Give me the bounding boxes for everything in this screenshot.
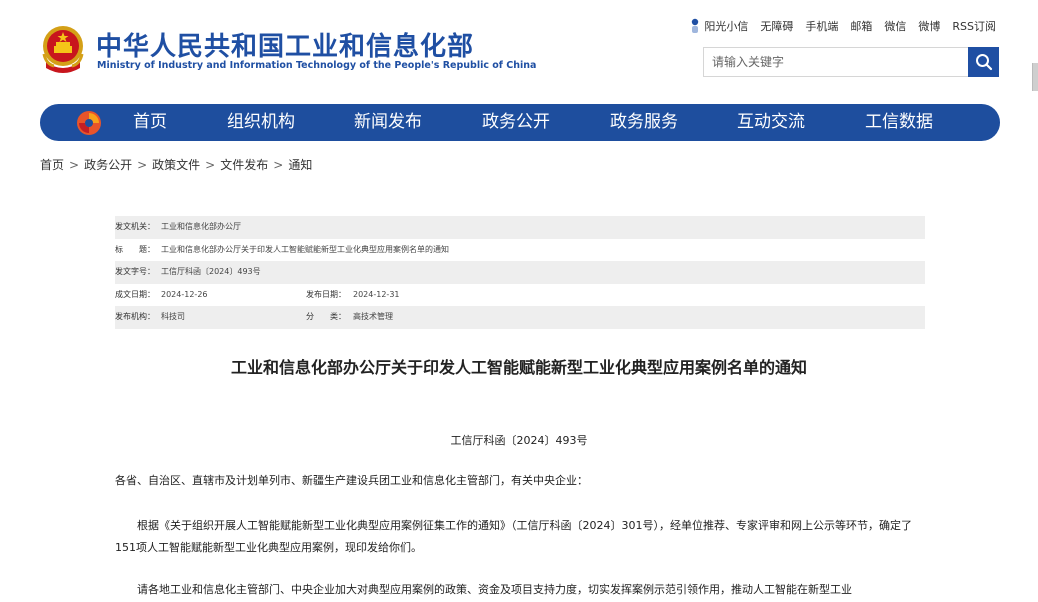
scrollbar-thumb[interactable] xyxy=(1032,63,1038,91)
meta-value-category: 高技术管理 xyxy=(353,312,393,322)
breadcrumb-separator: > xyxy=(273,158,284,172)
top-link-rss[interactable]: RSS订阅 xyxy=(952,18,996,34)
meta-value-created: 2024-12-26 xyxy=(161,289,208,299)
meta-label: 发布机构： xyxy=(115,312,155,322)
meta-label: 发布日期： xyxy=(306,289,346,299)
meta-label: 发文字号： xyxy=(115,267,155,277)
site-title-cn[interactable]: 中华人民共和国工业和信息化部 xyxy=(96,26,474,63)
meta-label: 分 类： xyxy=(306,312,346,322)
breadcrumb-home[interactable]: 首页 xyxy=(40,158,64,172)
breadcrumb-government-affairs[interactable]: 政务公开 xyxy=(84,158,132,172)
top-links: 阳光小信 无障碍 手机端 邮箱 微信 微博 RSS订阅 xyxy=(690,18,996,34)
breadcrumb-separator: > xyxy=(205,158,216,172)
meta-label: 成文日期： xyxy=(115,289,155,299)
nav-item-government-services[interactable]: 政务服务 xyxy=(610,104,678,141)
top-link-sunshine[interactable]: 阳光小信 xyxy=(690,18,748,34)
article-paragraph: 根据《关于组织开展人工智能赋能新型工业化典型应用案例征集工作的通知》（工信厅科函… xyxy=(115,519,912,554)
nav-item-home[interactable]: 首页 xyxy=(133,104,167,141)
meta-value-published: 2024-12-31 xyxy=(353,289,400,299)
meta-row-issuer: 发文机关： 工业和信息化部办公厅 xyxy=(115,216,925,239)
meta-row-doc-no: 发文字号： 工信厅科函〔2024〕493号 xyxy=(115,261,925,284)
top-link-wechat[interactable]: 微信 xyxy=(884,18,906,34)
national-emblem-icon[interactable] xyxy=(40,24,86,74)
breadcrumb-separator: > xyxy=(137,158,148,172)
search-icon xyxy=(975,54,992,71)
nav-item-data[interactable]: 工信数据 xyxy=(865,104,933,141)
nav-item-government-affairs[interactable]: 政务公开 xyxy=(482,104,550,141)
top-link-weibo[interactable]: 微博 xyxy=(918,18,940,34)
search-box xyxy=(703,47,999,77)
breadcrumb-notice[interactable]: 通知 xyxy=(288,158,312,172)
sunshine-mascot-icon xyxy=(692,18,699,33)
meta-value-agency: 科技司 xyxy=(161,312,185,322)
nav-item-news[interactable]: 新闻发布 xyxy=(354,104,422,141)
main-nav: 首页 组织机构 新闻发布 政务公开 政务服务 互动交流 工信数据 xyxy=(40,104,1000,141)
top-link-mail[interactable]: 邮箱 xyxy=(850,18,872,34)
top-link-label: 阳光小信 xyxy=(704,20,749,33)
site-title-en[interactable]: Ministry of Industry and Information Tec… xyxy=(97,60,536,71)
meta-label: 发文机关： xyxy=(115,222,155,231)
meta-value-title: 工业和信息化部办公厅关于印发人工智能赋能新型工业化典型应用案例名单的通知 xyxy=(161,244,449,254)
breadcrumb-document-release[interactable]: 文件发布 xyxy=(220,158,268,172)
meta-value-doc-no: 工信厅科函〔2024〕493号 xyxy=(161,267,261,277)
article-paragraph: 各省、自治区、直辖市及计划单列市、新疆生产建设兵团工业和信息化主管部门，有关中央… xyxy=(115,474,588,487)
article-paragraph: 请各地工业和信息化主管部门、中央企业加大对典型应用案例的政策、资金及项目支持力度… xyxy=(137,583,852,596)
meta-value-issuer: 工业和信息化部办公厅 xyxy=(161,222,241,231)
nav-item-organization[interactable]: 组织机构 xyxy=(227,104,295,141)
search-input[interactable] xyxy=(704,48,968,76)
meta-row-agency: 发布机构： 科技司 分 类： 高技术管理 xyxy=(115,306,925,329)
top-link-mobile[interactable]: 手机端 xyxy=(805,18,838,34)
site-header: 中华人民共和国工业和信息化部 Ministry of Industry and … xyxy=(0,0,1038,100)
breadcrumb-policy-documents[interactable]: 政策文件 xyxy=(152,158,200,172)
top-link-accessibility[interactable]: 无障碍 xyxy=(760,18,793,34)
breadcrumb-separator: > xyxy=(69,158,80,172)
document-meta-table: 发文机关： 工业和信息化部办公厅 标 题： 工业和信息化部办公厅关于印发人工智能… xyxy=(115,216,925,329)
search-button[interactable] xyxy=(968,47,999,77)
meta-row-dates: 成文日期： 2024-12-26 发布日期： 2024-12-31 xyxy=(115,284,925,307)
meta-label: 标 题： xyxy=(115,244,155,254)
article-doc-number: 工信厅科函〔2024〕493号 xyxy=(450,434,588,447)
nav-item-interaction[interactable]: 互动交流 xyxy=(737,104,805,141)
article-title: 工业和信息化部办公厅关于印发人工智能赋能新型工业化典型应用案例名单的通知 xyxy=(230,358,807,377)
meta-row-title: 标 题： 工业和信息化部办公厅关于印发人工智能赋能新型工业化典型应用案例名单的通… xyxy=(115,239,925,262)
miit-logo-icon[interactable] xyxy=(76,110,102,136)
breadcrumb: 首页 > 政务公开 > 政策文件 > 文件发布 > 通知 xyxy=(40,156,312,173)
